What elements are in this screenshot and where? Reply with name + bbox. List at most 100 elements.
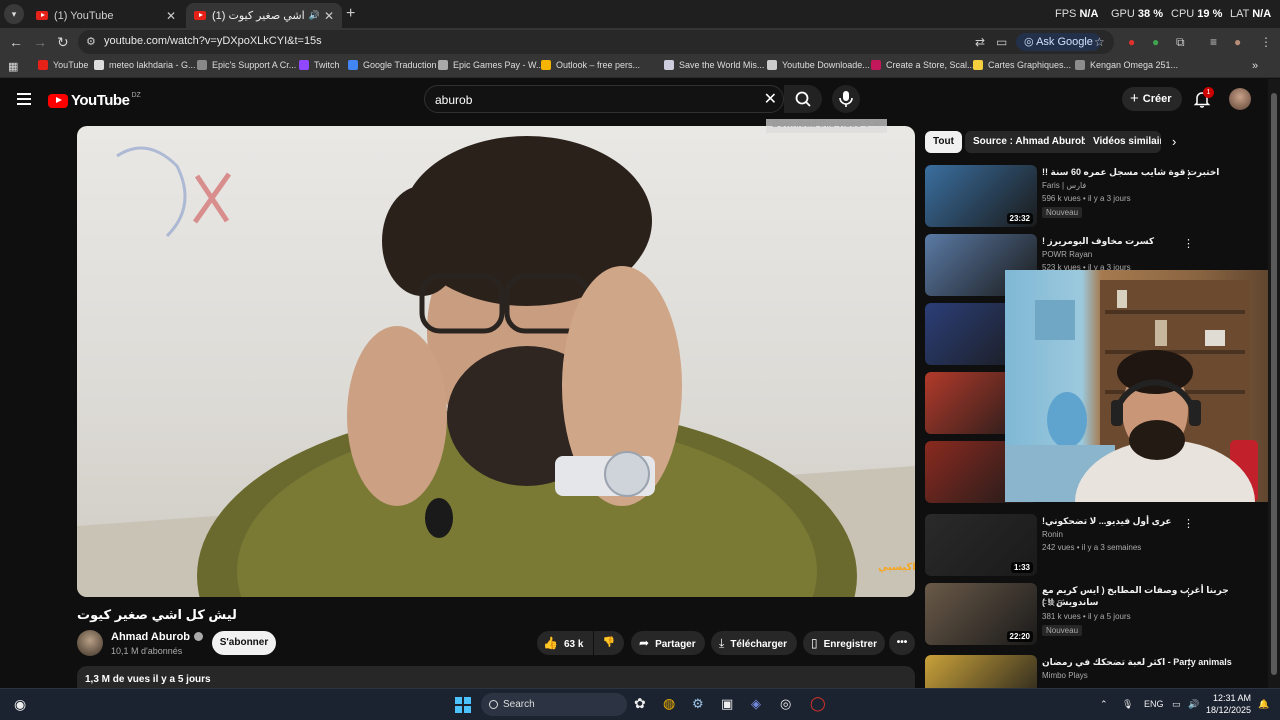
menu-hamburger-icon[interactable]	[17, 93, 31, 105]
taskbar-search-box[interactable]: Search	[481, 693, 627, 716]
chip-all[interactable]: Tout	[925, 131, 962, 153]
address-bar[interactable]: ⚙ youtube.com/watch?v=yDXpoXLkCYI&t=15s	[78, 30, 1114, 54]
opera-app-icon[interactable]: ◯	[810, 695, 826, 712]
microphone-tray-icon[interactable]: 🎙	[1122, 699, 1133, 710]
share-button[interactable]: ➦ Partager	[631, 631, 705, 655]
browser-tab-youtube-home[interactable]: (1) YouTube ✕	[28, 3, 184, 28]
app-icon[interactable]: ◎	[780, 696, 791, 712]
more-options-icon[interactable]: ⋮	[1183, 168, 1194, 181]
channel-avatar[interactable]	[77, 630, 103, 656]
apps-grid-icon[interactable]: ▦	[8, 60, 18, 73]
bookmark-item[interactable]: Kengan Omega 251...	[1075, 60, 1178, 70]
channel-name[interactable]: Mimbo Plays	[1042, 671, 1088, 680]
discord-app-icon[interactable]: ◈	[751, 696, 761, 712]
close-tab-icon[interactable]: ✕	[166, 9, 176, 23]
more-options-icon[interactable]: ⋮	[1183, 586, 1194, 599]
bookmark-item[interactable]: Save the World Mis...	[664, 60, 764, 70]
recommended-video[interactable]: 22:20 جربنا أغرب وصفات المطابخ ( ايس كريم…	[925, 583, 1265, 645]
notification-center-icon[interactable]: 🔔	[1258, 699, 1269, 710]
site-info-icon[interactable]: ⚙	[86, 35, 96, 48]
steam-app-icon[interactable]: ⚙	[692, 696, 704, 712]
browser-menu-icon[interactable]: ⋮	[1260, 35, 1272, 49]
chevron-up-icon[interactable]: ⌃	[1100, 699, 1108, 710]
channel-name[interactable]: Ronin	[1042, 530, 1063, 539]
subscribe-button[interactable]: S'abonner	[212, 631, 276, 655]
bookmark-item[interactable]: Twitch	[299, 60, 340, 70]
search-button[interactable]	[784, 85, 822, 113]
more-options-icon[interactable]: ⋮	[1183, 517, 1194, 530]
search-input[interactable]: aburob ✕	[424, 85, 784, 113]
more-options-icon[interactable]: ⋮	[1183, 237, 1194, 250]
video-thumbnail[interactable]: 23:32	[925, 165, 1037, 227]
network-icon[interactable]: ▭	[1172, 699, 1181, 710]
video-title[interactable]: Party animals - اكثر لعبة تضحكك في رمضان	[1042, 656, 1242, 668]
clear-search-icon[interactable]: ✕	[764, 89, 777, 109]
system-clock[interactable]: 12:31 AM 18/12/2025	[1206, 692, 1251, 716]
bookmark-item[interactable]: Cartes Graphiques...	[973, 60, 1071, 70]
more-actions-button[interactable]: •••	[889, 631, 915, 655]
bookmark-item[interactable]: Youtube Downloade...	[767, 60, 870, 70]
bookmark-star-icon[interactable]: ☆	[1094, 35, 1105, 49]
translate-icon[interactable]: ⇄	[975, 35, 985, 49]
download-button[interactable]: ⤓ Télécharger	[711, 631, 797, 655]
ask-google-button[interactable]: ◎ Ask Google	[1016, 33, 1101, 51]
reading-list-icon[interactable]: ≡	[1210, 35, 1217, 49]
chatgpt-app-icon[interactable]: ✿	[634, 695, 646, 712]
chip-similar[interactable]: Vidéos similaires	[1085, 131, 1161, 153]
video-player[interactable]	[77, 126, 915, 597]
new-tab-button[interactable]: +	[346, 5, 355, 23]
recommended-video[interactable]: 23:32 اختبرت قوة شايب مسجل عمره 60 سنة !!…	[925, 165, 1265, 227]
more-options-icon[interactable]: ⋮	[1183, 658, 1194, 671]
extensions-puzzle-icon[interactable]: ⧉	[1176, 35, 1185, 50]
profile-avatar-icon[interactable]: ●	[1234, 35, 1241, 49]
cast-icon[interactable]: ▭	[996, 35, 1007, 49]
channel-name[interactable]: F R S	[1042, 599, 1062, 608]
video-thumbnail[interactable]: 22:20	[925, 583, 1037, 645]
scrollbar-thumb[interactable]	[1271, 93, 1277, 675]
save-button[interactable]: ▯ Enregistrer	[803, 631, 885, 655]
tab-search-dropdown[interactable]: ▾	[4, 4, 24, 24]
chrome-app-icon[interactable]: ◍	[663, 695, 675, 712]
video-title[interactable]: كسرت مخاوف البومريرز !	[1042, 235, 1242, 247]
channel-name[interactable]: Ahmad Aburob	[111, 631, 204, 643]
video-title[interactable]: اختبرت قوة شايب مسجل عمره 60 سنة !!	[1042, 166, 1242, 178]
more-bookmarks-icon[interactable]: »	[1252, 60, 1258, 72]
youtube-logo[interactable]: YouTube DZ	[48, 92, 141, 109]
close-tab-icon[interactable]: ✕	[324, 9, 334, 23]
reload-icon[interactable]: ↻	[57, 34, 69, 51]
chevron-right-icon[interactable]: ›	[1172, 134, 1176, 149]
audio-playing-icon[interactable]: 🔊	[309, 10, 320, 21]
bookmark-item[interactable]: Google Traduction	[348, 60, 437, 70]
voice-search-button[interactable]	[832, 85, 860, 113]
language-indicator[interactable]: ENG	[1144, 699, 1164, 709]
account-avatar[interactable]	[1229, 88, 1251, 110]
extension-red-icon[interactable]: ●	[1128, 35, 1135, 49]
bookmark-item[interactable]: Epic's Support A Cr...	[197, 60, 296, 70]
bookmark-item[interactable]: Epic Games Pay - W...	[438, 60, 544, 70]
bookmark-item[interactable]: Create a Store, Scal...	[871, 60, 975, 70]
bookmark-item[interactable]: meteo lakhdaria - G...	[94, 60, 196, 70]
extension-green-icon[interactable]: ●	[1152, 35, 1159, 49]
chip-source[interactable]: Source : Ahmad Aburob	[965, 131, 1096, 153]
like-button[interactable]: 👍 63 k	[537, 631, 593, 655]
channel-name[interactable]: POWR Rayan	[1042, 250, 1092, 259]
recommended-video[interactable]: 1:33 عرى أول فيديو... لا تضحكوني! Ronin 242…	[925, 514, 1265, 576]
create-button[interactable]: + Créer	[1122, 87, 1182, 111]
back-arrow-icon[interactable]: ←	[9, 34, 23, 50]
video-thumbnail[interactable]: 1:33	[925, 514, 1037, 576]
download-video-overlay[interactable]: Download this video ? ✕	[766, 119, 887, 133]
help-icon[interactable]: ? ✕	[864, 119, 881, 130]
windows-start-icon[interactable]	[455, 697, 471, 713]
dislike-button[interactable]: 👎	[594, 631, 624, 655]
notifications-button[interactable]: 1	[1192, 87, 1214, 109]
widgets-icon[interactable]: ◉	[14, 696, 26, 713]
video-title[interactable]: عرى أول فيديو... لا تضحكوني!	[1042, 515, 1242, 527]
editor-app-icon[interactable]: ▣	[721, 696, 733, 712]
bookmark-item[interactable]: YouTube	[38, 60, 88, 70]
page-scrollbar[interactable]	[1268, 79, 1280, 689]
video-title[interactable]: جربنا أغرب وصفات المطابخ ( ايس كريم مع س…	[1042, 584, 1242, 608]
forward-arrow-icon[interactable]: →	[33, 34, 47, 50]
bookmark-item[interactable]: Outlook – free pers...	[541, 60, 640, 70]
browser-tab-video[interactable]: (1) ليش كل اشي صغير كيوت 🔊 ✕	[186, 3, 342, 28]
channel-name[interactable]: Faris | فارس	[1042, 181, 1086, 190]
